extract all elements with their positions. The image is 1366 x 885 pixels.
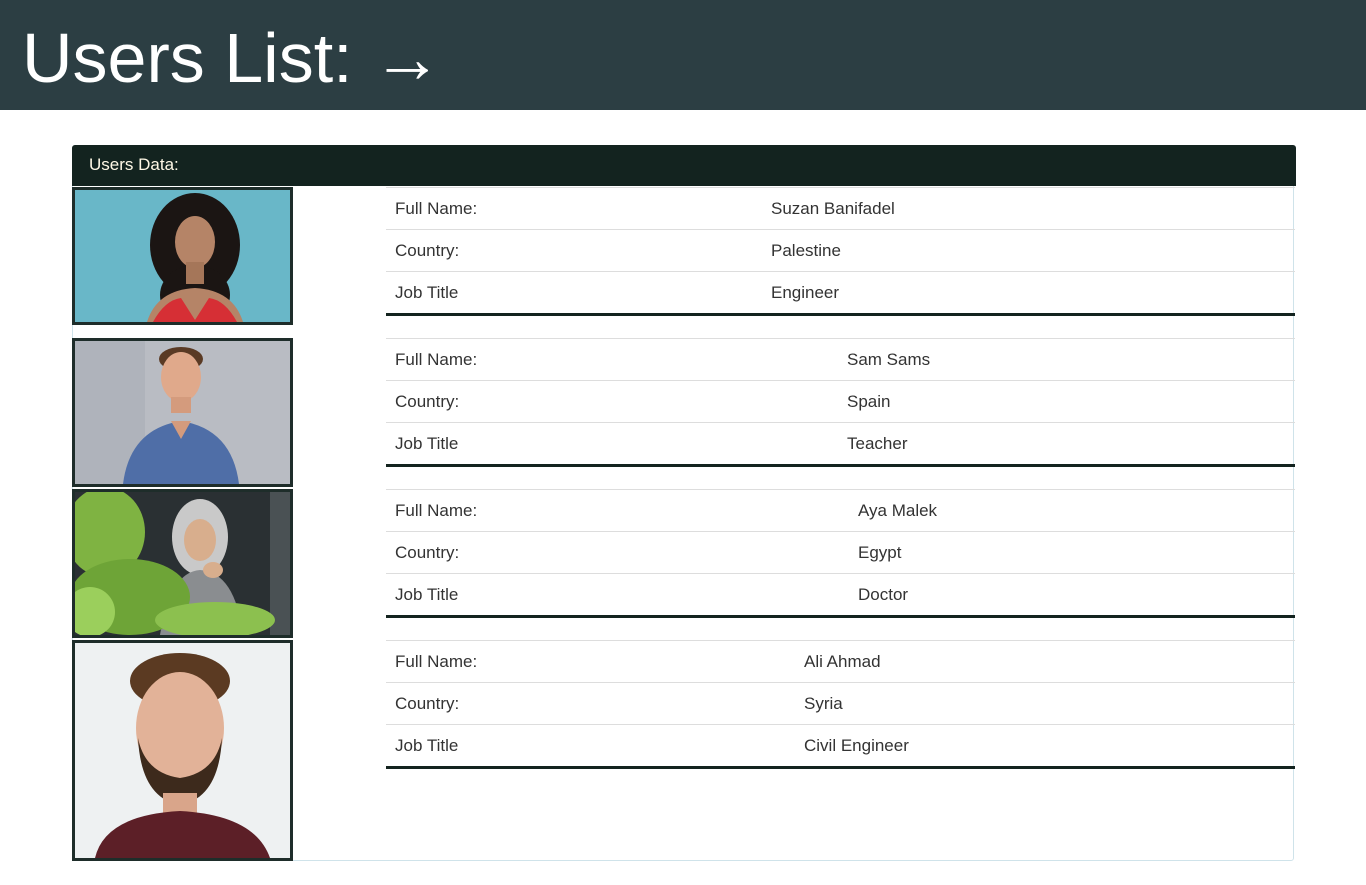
job-title-label: Job Title: [386, 724, 795, 768]
country-label: Country:: [386, 380, 838, 423]
full-name-label: Full Name:: [386, 640, 795, 683]
full-name-value: Suzan Banifadel: [762, 187, 1295, 230]
page-title: Users List: →: [22, 19, 443, 97]
table-row: Full Name: Suzan Banifadel: [386, 187, 1295, 230]
user-table-suzan: Full Name: Suzan Banifadel Country: Pale…: [386, 187, 1295, 316]
job-title-label: Job Title: [386, 422, 838, 466]
job-title-value: Teacher: [838, 422, 1295, 466]
table-row: Country: Syria: [386, 682, 1295, 725]
user-photo-ali: [72, 640, 293, 861]
country-label: Country:: [386, 682, 795, 725]
table-row: Full Name: Ali Ahmad: [386, 640, 1295, 683]
table-row: Country: Spain: [386, 380, 1295, 423]
job-title-value: Engineer: [762, 271, 1295, 315]
table-row: Job Title Engineer: [386, 271, 1295, 315]
page-header: Users List: →: [0, 0, 1366, 110]
job-title-value: Doctor: [849, 573, 1295, 617]
job-title-label: Job Title: [386, 271, 762, 315]
country-value: Egypt: [849, 531, 1295, 574]
full-name-value: Ali Ahmad: [795, 640, 1295, 683]
country-value: Palestine: [762, 229, 1295, 272]
user-table-aya: Full Name: Aya Malek Country: Egypt Job …: [386, 489, 1295, 618]
table-row: Job Title Doctor: [386, 573, 1295, 617]
panel-heading-text: Users Data:: [89, 155, 179, 174]
full-name-label: Full Name:: [386, 489, 849, 532]
country-label: Country:: [386, 531, 849, 574]
man-beard-portrait-icon: [75, 643, 290, 858]
table-row: Country: Palestine: [386, 229, 1295, 272]
user-table-sam: Full Name: Sam Sams Country: Spain Job T…: [386, 338, 1295, 467]
job-title-label: Job Title: [386, 573, 849, 617]
table-row: Job Title Teacher: [386, 422, 1295, 466]
table-row: Country: Egypt: [386, 531, 1295, 574]
woman-curly-hair-portrait-icon: [75, 190, 290, 322]
user-table-ali: Full Name: Ali Ahmad Country: Syria Job …: [386, 640, 1295, 769]
table-row: Full Name: Aya Malek: [386, 489, 1295, 532]
country-value: Syria: [795, 682, 1295, 725]
user-photo-sam: [72, 338, 293, 487]
user-photo-suzan: [72, 187, 293, 325]
table-row: Full Name: Sam Sams: [386, 338, 1295, 381]
full-name-value: Sam Sams: [838, 338, 1295, 381]
full-name-label: Full Name:: [386, 338, 838, 381]
woman-hijab-portrait-icon: [75, 492, 290, 635]
man-blue-shirt-portrait-icon: [75, 341, 290, 484]
table-row: Job Title Civil Engineer: [386, 724, 1295, 768]
full-name-label: Full Name:: [386, 187, 762, 230]
country-label: Country:: [386, 229, 762, 272]
country-value: Spain: [838, 380, 1295, 423]
user-photo-aya: [72, 489, 293, 638]
panel-heading: Users Data:: [72, 145, 1296, 186]
full-name-value: Aya Malek: [849, 489, 1295, 532]
job-title-value: Civil Engineer: [795, 724, 1295, 768]
